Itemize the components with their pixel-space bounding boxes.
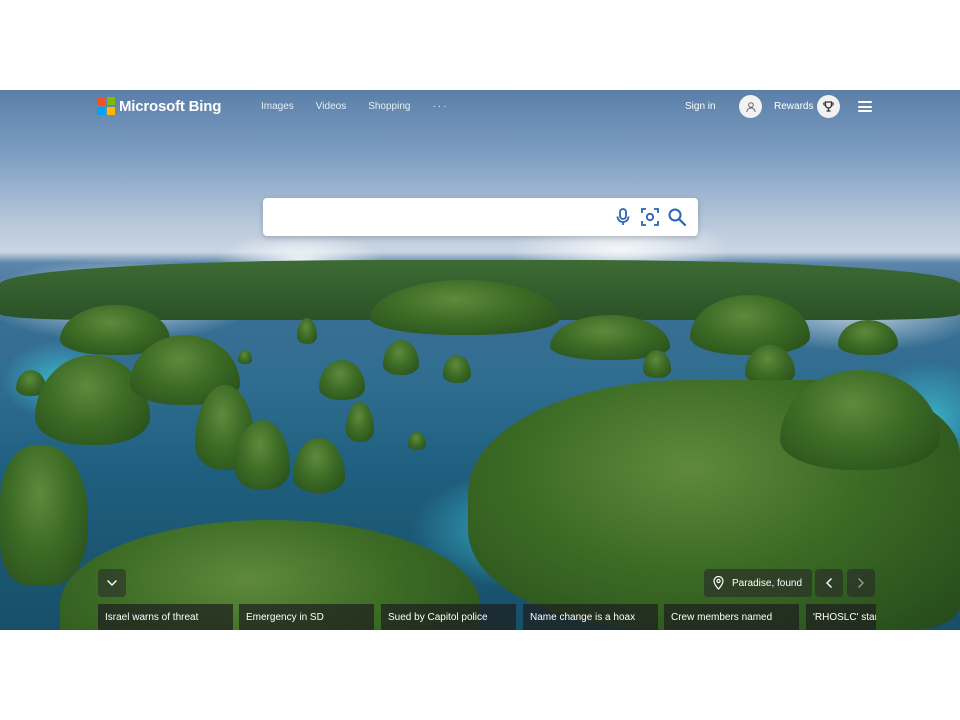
nav-more-button[interactable]: ···	[432, 101, 448, 112]
nav-shopping[interactable]: Shopping	[368, 101, 410, 112]
image-info-button[interactable]: Paradise, found	[704, 569, 812, 597]
news-carousel: Israel warns of threat Emergency in SD S…	[98, 604, 876, 630]
hamburger-menu-icon[interactable]	[858, 101, 872, 112]
image-caption: Paradise, found	[732, 577, 803, 589]
visual-search-icon[interactable]	[640, 207, 660, 227]
background-image	[0, 90, 960, 630]
bing-logo[interactable]: Microsoft Bing	[97, 97, 221, 115]
account-area: Sign in Rewards	[660, 94, 960, 120]
nav-images[interactable]: Images	[261, 101, 294, 112]
microphone-icon[interactable]	[613, 207, 633, 227]
top-header: Microsoft Bing Images Videos Shopping ··…	[0, 90, 960, 124]
microsoft-logo-icon	[97, 97, 115, 115]
rewards-trophy-icon[interactable]	[817, 95, 840, 118]
sign-in-link[interactable]: Sign in	[685, 101, 716, 112]
brand-name: Microsoft Bing	[119, 97, 222, 115]
search-input[interactable]	[275, 207, 605, 227]
search-icon[interactable]	[667, 207, 687, 227]
scope-nav: Images Videos Shopping ···	[261, 101, 470, 112]
news-item[interactable]: Sued by Capitol police	[381, 604, 516, 630]
next-image-button[interactable]	[847, 569, 875, 597]
collapse-news-button[interactable]	[98, 569, 126, 597]
search-box	[263, 198, 698, 236]
user-avatar-icon[interactable]	[739, 95, 762, 118]
rewards-link[interactable]: Rewards	[774, 101, 813, 112]
chevron-left-icon	[826, 578, 832, 588]
news-item[interactable]: Crew members named	[664, 604, 799, 630]
chevron-down-icon	[107, 580, 117, 586]
news-item[interactable]: 'RHOSLC' star	[806, 604, 876, 630]
news-item[interactable]: Israel warns of threat	[98, 604, 233, 630]
chevron-right-icon	[858, 578, 864, 588]
location-pin-icon	[713, 576, 724, 590]
news-item[interactable]: Emergency in SD	[239, 604, 374, 630]
news-item[interactable]: Name change is a hoax	[523, 604, 658, 630]
previous-image-button[interactable]	[815, 569, 843, 597]
nav-videos[interactable]: Videos	[316, 101, 346, 112]
